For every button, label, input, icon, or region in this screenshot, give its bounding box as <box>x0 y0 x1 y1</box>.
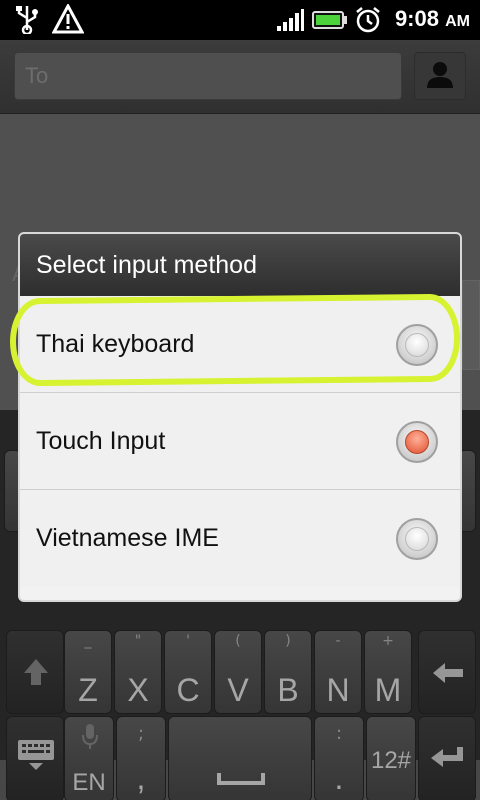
clock: 9:08 AM <box>395 6 470 32</box>
radio-button[interactable] <box>396 518 438 560</box>
option-label: Vietnamese IME <box>36 524 219 552</box>
usb-icon <box>14 4 40 38</box>
radio-inner <box>405 430 429 454</box>
highlight-annotation <box>9 293 461 387</box>
signal-icon <box>276 8 304 36</box>
dialog-title: Select input method <box>20 234 460 296</box>
status-bar: 9:08 AM <box>0 0 480 40</box>
option-touch-input[interactable]: Touch Input <box>20 393 460 490</box>
input-method-dialog: Select input method Thai keyboard Touch … <box>18 232 462 602</box>
battery-icon <box>312 10 348 34</box>
option-label: Touch Input <box>36 427 166 455</box>
clock-time: 9:08 <box>394 6 439 31</box>
radio-inner <box>405 527 429 551</box>
clock-ampm: AM <box>445 13 470 30</box>
alarm-clock-icon <box>354 6 382 38</box>
radio-button-selected[interactable] <box>396 421 438 463</box>
warning-icon <box>51 2 85 38</box>
option-vietnamese-ime[interactable]: Vietnamese IME <box>20 490 460 587</box>
